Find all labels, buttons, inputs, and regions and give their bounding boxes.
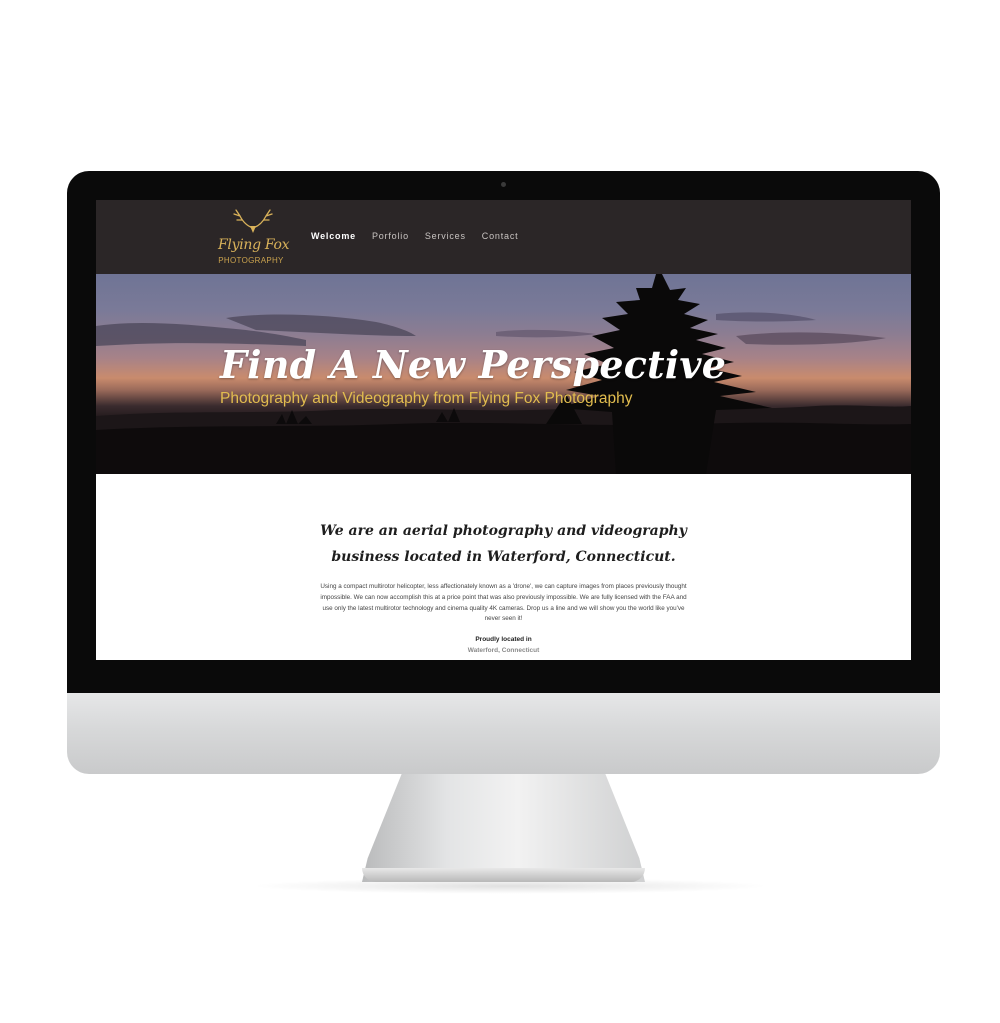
site-logo[interactable]: Flying Fox PHOTOGRAPHY bbox=[218, 206, 290, 268]
main-nav: Welcome Porfolio Services Contact bbox=[311, 231, 518, 241]
website-screen: Flying Fox PHOTOGRAPHY Welcome Porfolio … bbox=[96, 200, 911, 660]
location-value: Waterford, Connecticut bbox=[467, 647, 540, 654]
hero-banner: Find A New Perspective Photography and V… bbox=[96, 274, 911, 474]
nav-item-contact[interactable]: Contact bbox=[482, 231, 519, 241]
site-header: Flying Fox PHOTOGRAPHY Welcome Porfolio … bbox=[96, 200, 911, 274]
intro-heading: We are an aerial photography and videogr… bbox=[320, 523, 687, 565]
antlers-logo-icon bbox=[233, 209, 273, 233]
intro-section: We are an aerial photography and videogr… bbox=[96, 474, 911, 660]
webcam-icon bbox=[501, 182, 506, 187]
logo-subtitle: PHOTOGRAPHY bbox=[218, 256, 284, 265]
nav-item-portfolio[interactable]: Porfolio bbox=[372, 231, 409, 241]
logo-title: Flying Fox bbox=[218, 237, 290, 253]
monitor-mockup: Flying Fox PHOTOGRAPHY Welcome Porfolio … bbox=[0, 0, 1000, 1023]
nav-item-services[interactable]: Services bbox=[425, 231, 466, 241]
location-label: Proudly located in bbox=[475, 636, 532, 643]
hero-title: Find A New Perspective bbox=[220, 342, 727, 387]
nav-item-welcome[interactable]: Welcome bbox=[311, 231, 356, 241]
monitor-stand-base bbox=[362, 868, 645, 882]
monitor-stand bbox=[362, 774, 645, 882]
monitor-chin bbox=[67, 693, 940, 774]
intro-paragraph: Using a compact multirotor helicopter, l… bbox=[320, 583, 687, 623]
hero-subtitle: Photography and Videography from Flying … bbox=[220, 390, 633, 407]
